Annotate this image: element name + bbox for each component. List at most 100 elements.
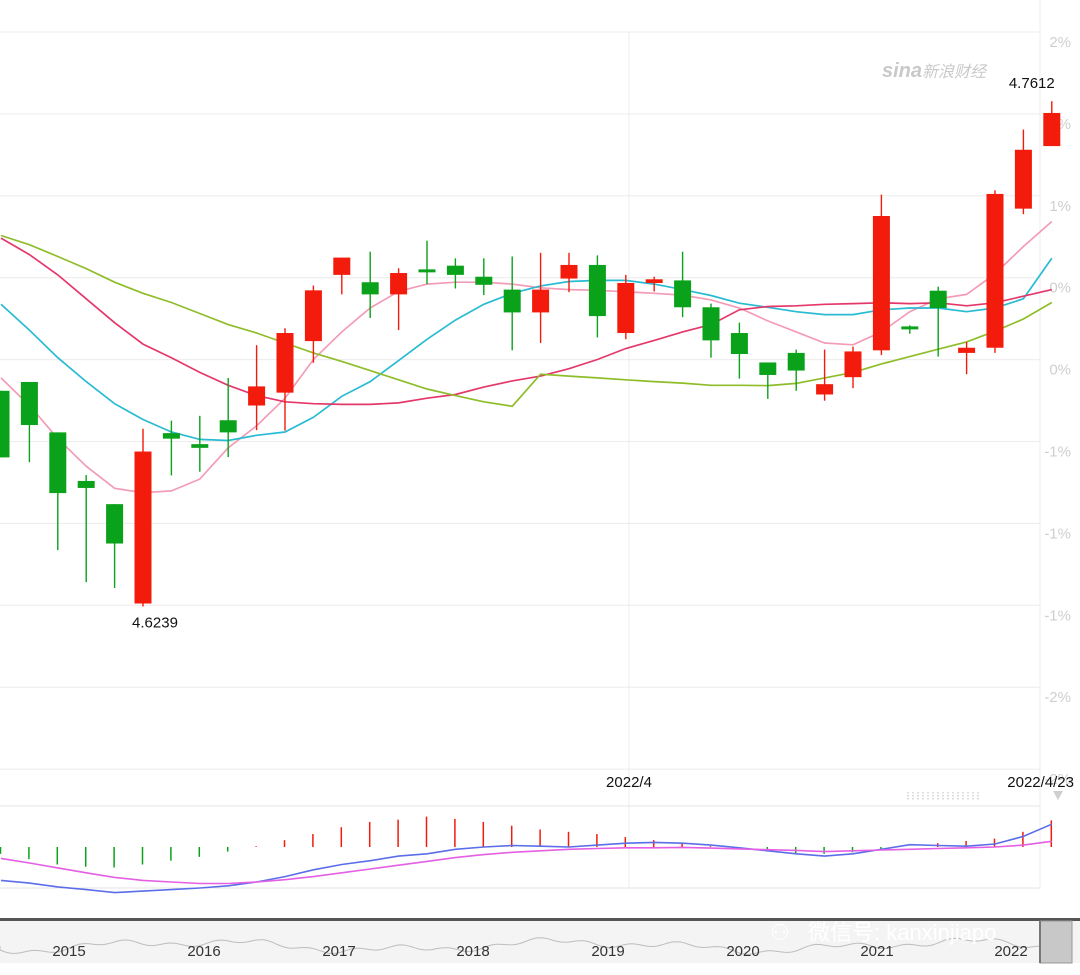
range-dots [922, 792, 924, 794]
y-axis-tick-label: 1% [1049, 198, 1071, 215]
range-dots [907, 792, 909, 794]
candle-body [446, 265, 464, 275]
range-dots [912, 792, 914, 794]
overview-range-handle[interactable] [1039, 920, 1073, 964]
range-dots [947, 792, 949, 794]
candle-body [49, 432, 67, 494]
range-dots [967, 798, 969, 800]
range-dots [967, 795, 969, 797]
candle-body [191, 444, 209, 448]
candle-body [702, 307, 720, 341]
range-dots [962, 795, 964, 797]
candle-body [674, 280, 692, 308]
range-dots [917, 798, 919, 800]
range-dots [962, 798, 964, 800]
range-dots [967, 792, 969, 794]
candle-body [1043, 112, 1061, 147]
candle-body [844, 351, 862, 378]
sina-watermark: sina 新浪财经 [882, 60, 988, 82]
y-axis-tick-label: 0% [1049, 280, 1071, 297]
price-annotations: 4.6239 4.7612 [132, 75, 1055, 631]
range-dots [977, 795, 979, 797]
range-dots [972, 798, 974, 800]
candle-body [475, 276, 493, 285]
overview-year-label: 2016 [187, 943, 220, 960]
candle-body [986, 193, 1004, 348]
y-axis-tick-label: 2% [1049, 34, 1071, 51]
candlesticks [0, 101, 1061, 607]
candle-body [418, 269, 436, 273]
candle-body [787, 352, 805, 371]
y-axis-tick-label: -1% [1044, 525, 1071, 542]
range-dots [927, 798, 929, 800]
range-dots [932, 795, 934, 797]
range-dots [957, 795, 959, 797]
range-dots [937, 795, 939, 797]
range-dots [907, 798, 909, 800]
candle-body [1014, 149, 1032, 209]
main-grid [0, 0, 1041, 889]
range-dots [932, 792, 934, 794]
range-dots [957, 792, 959, 794]
range-dots [972, 795, 974, 797]
range-dots [977, 792, 979, 794]
macd-dif-line [0, 823, 1053, 894]
ma-line-ma-red [0, 237, 1052, 406]
candle-body [333, 257, 351, 275]
candle-body [532, 289, 550, 313]
range-arrow-icon [1053, 791, 1063, 800]
overview-year-label: 2017 [322, 943, 355, 960]
high-price-label: 4.7612 [1009, 75, 1055, 92]
range-dots [942, 798, 944, 800]
y-axis-tick-label: -1% [1044, 444, 1071, 461]
candle-body [162, 433, 180, 439]
macd-panel [0, 816, 1053, 894]
range-dots [937, 792, 939, 794]
candle-body [816, 384, 834, 395]
candle-body [929, 290, 947, 308]
candle-body [0, 390, 10, 458]
candle-body [560, 264, 578, 279]
sina-watermark-text: 新浪财经 [922, 63, 988, 81]
moving-averages [0, 220, 1053, 494]
low-price-label: 4.6239 [132, 614, 178, 631]
candle-body [503, 289, 521, 313]
range-dots [912, 798, 914, 800]
y-axis-tick-label: 0% [1049, 362, 1071, 379]
range-dots [947, 795, 949, 797]
range-dots [922, 795, 924, 797]
candle-body [872, 216, 890, 351]
candle-body [106, 504, 124, 544]
date-label: 2022/4/23 [1007, 774, 1074, 791]
overview-year-label: 2015 [52, 943, 85, 960]
candle-body [901, 326, 919, 330]
candle-body [759, 362, 777, 375]
ma-line-ma-green [0, 234, 1053, 408]
candle-body [958, 347, 976, 353]
range-dots [972, 792, 974, 794]
overview-year-label: 2020 [726, 943, 759, 960]
range-dots [952, 792, 954, 794]
candle-body [617, 282, 635, 334]
chart-stage: 2%1%1%0%0%-1%-1%-1%-2%-2%2022/42022/4/23… [0, 0, 1080, 964]
range-dots [942, 795, 944, 797]
candle-body [361, 282, 379, 295]
range-dots [957, 798, 959, 800]
ma-line-ma-pink [0, 220, 1053, 494]
candle-body [134, 451, 152, 604]
range-dots [927, 795, 929, 797]
candle-body [219, 420, 237, 433]
overview-year-label: 2021 [860, 943, 893, 960]
range-dots [942, 792, 944, 794]
candle-body [248, 386, 266, 406]
sina-logo: sina [882, 60, 922, 82]
range-dots [927, 792, 929, 794]
axis-labels: 2%1%1%0%0%-1%-1%-1%-2%-2%2022/42022/4/23 [606, 34, 1074, 800]
y-axis-tick-label: -2% [1044, 689, 1071, 706]
overview-year-label: 2022 [994, 943, 1027, 960]
candle-body [77, 480, 95, 488]
candle-body [304, 290, 322, 342]
candle-body [588, 264, 606, 317]
range-dots [922, 798, 924, 800]
candle-body [645, 279, 663, 283]
